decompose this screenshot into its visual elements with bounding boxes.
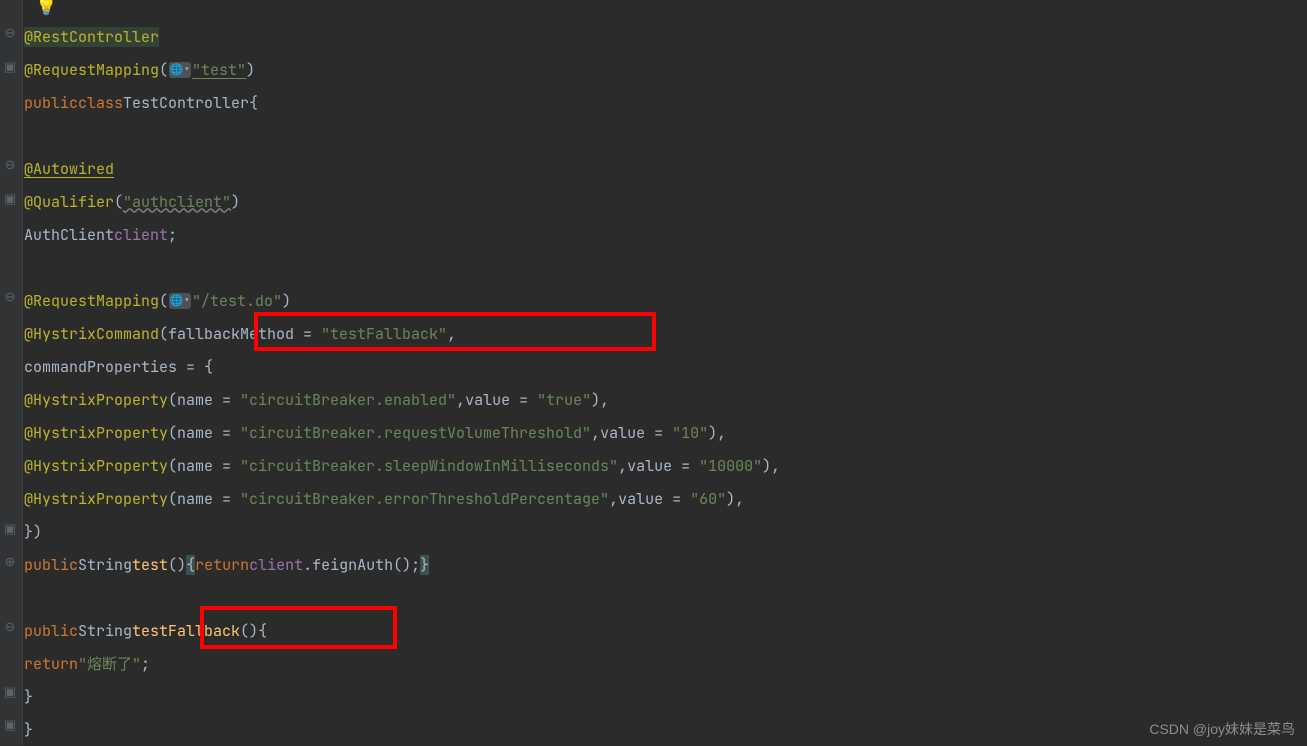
- keyword-return: return: [195, 555, 249, 575]
- fold-minus-icon[interactable]: ⊖: [3, 26, 17, 40]
- string-testdo: "/test.do": [192, 291, 282, 311]
- keyword-public: public: [24, 621, 78, 641]
- string-p1val: "true": [537, 390, 591, 410]
- string-p1name: "circuitBreaker.enabled": [240, 390, 456, 410]
- string-p2name: "circuitBreaker.requestVolumeThreshold": [240, 423, 591, 443]
- param-value: value =: [627, 456, 699, 476]
- globe-icon[interactable]: 🌐▾: [169, 62, 191, 78]
- keyword-return: return: [24, 654, 78, 674]
- annotation-hystrixprop: @HystrixProperty: [24, 390, 168, 410]
- string-p4name: "circuitBreaker.errorThresholdPercentage…: [240, 489, 609, 509]
- param-name: name =: [177, 489, 240, 509]
- param-value: value =: [600, 423, 672, 443]
- param-value: value =: [618, 489, 690, 509]
- field-client: client: [114, 225, 168, 245]
- gutter: ⊖ ▣ ⊖ ▣ ⊖ ▣ ⊕ ⊖ ▣ ▣: [0, 0, 23, 745]
- impl-icon[interactable]: ▣: [3, 192, 17, 206]
- param-name: name =: [177, 456, 240, 476]
- param-name: name =: [177, 423, 240, 443]
- param-name: name =: [177, 390, 240, 410]
- fold-minus-icon[interactable]: ⊖: [3, 158, 17, 172]
- keyword-public: public: [24, 93, 78, 113]
- annotation-requestmapping-2: @RequestMapping: [24, 291, 159, 311]
- globe-icon[interactable]: 🌐▾: [169, 293, 191, 309]
- watermark: CSDN @joy妹妹是菜鸟: [1149, 719, 1295, 739]
- string-test: "test": [192, 60, 246, 80]
- method-testfallback: testFallback: [132, 621, 240, 641]
- string-authclient: "authclient": [123, 192, 231, 212]
- param-fallback: fallbackMethod =: [168, 324, 321, 344]
- param-value: value =: [465, 390, 537, 410]
- annotation-hystrixprop: @HystrixProperty: [24, 423, 168, 443]
- annotation-requestmapping: @RequestMapping: [24, 60, 159, 80]
- impl-icon[interactable]: ▣: [3, 522, 17, 536]
- string-p2val: "10": [672, 423, 708, 443]
- field-client-ref: client: [249, 555, 303, 575]
- call-feignauth: feignAuth: [312, 555, 393, 575]
- annotation-hystrixprop: @HystrixProperty: [24, 456, 168, 476]
- method-test: test: [132, 555, 168, 575]
- fold-plus-icon[interactable]: ⊕: [3, 555, 17, 569]
- annotation-qualifier: @Qualifier: [24, 192, 114, 212]
- impl-icon[interactable]: ▣: [3, 718, 17, 732]
- code-editor[interactable]: @RestController @RequestMapping(🌐▾"test"…: [22, 20, 1307, 746]
- param-cmdprops: commandProperties = {: [24, 357, 213, 377]
- type-authclient: AuthClient: [24, 225, 114, 245]
- impl-icon[interactable]: ▣: [3, 685, 17, 699]
- type-string: String: [78, 555, 132, 575]
- impl-icon[interactable]: ▣: [3, 60, 17, 74]
- type-string: String: [78, 621, 132, 641]
- string-rongduan: "熔断了": [78, 653, 141, 674]
- annotation-hystrixprop: @HystrixProperty: [24, 489, 168, 509]
- string-p3name: "circuitBreaker.sleepWindowInMillisecond…: [240, 456, 618, 476]
- fold-minus-icon[interactable]: ⊖: [3, 620, 17, 634]
- keyword-public: public: [24, 555, 78, 575]
- string-fallback: "testFallback": [321, 324, 447, 344]
- annotation-restcontroller: @RestController: [24, 27, 159, 47]
- intention-bulb-icon[interactable]: 💡: [35, 0, 57, 18]
- string-p3val: "10000": [699, 456, 762, 476]
- annotation-autowired: @Autowired: [24, 159, 114, 179]
- keyword-class: class: [78, 93, 123, 113]
- class-name: TestController: [123, 93, 249, 113]
- annotation-hystrixcommand: @HystrixCommand: [24, 324, 159, 344]
- fold-minus-icon[interactable]: ⊖: [3, 290, 17, 304]
- string-p4val: "60": [690, 489, 726, 509]
